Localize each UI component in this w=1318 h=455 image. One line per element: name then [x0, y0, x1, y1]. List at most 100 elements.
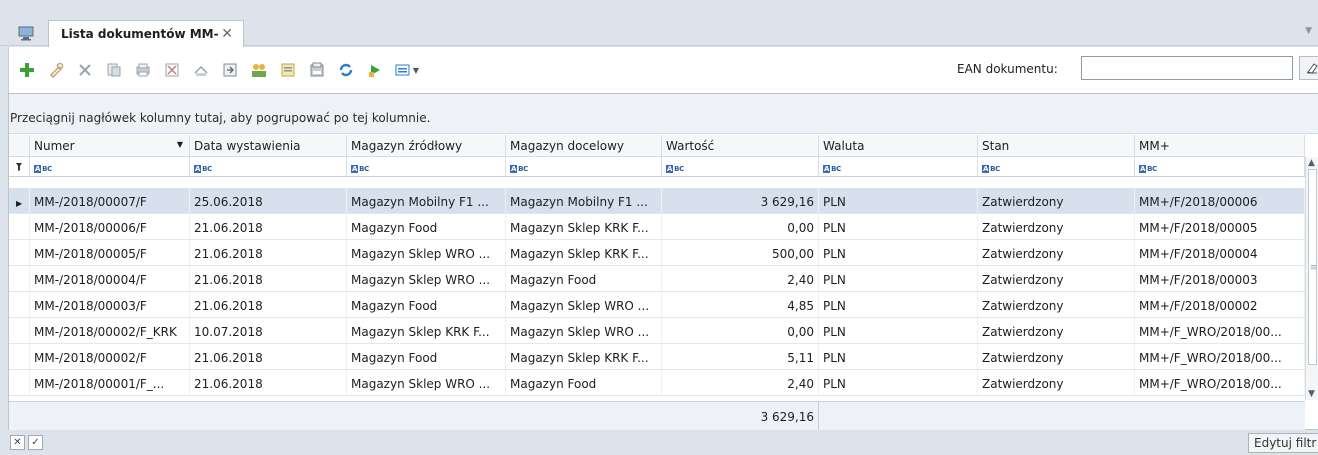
- column-header-wartosc[interactable]: Wartość: [662, 135, 819, 156]
- cell-magazyn-zrodlowy[interactable]: Magazyn Food: [347, 344, 506, 369]
- column-header-magazyn-docelowy[interactable]: Magazyn docelowy: [506, 135, 662, 156]
- cell-waluta[interactable]: PLN: [819, 266, 978, 291]
- cell-stan[interactable]: Zatwierdzony: [978, 188, 1135, 213]
- cell-waluta[interactable]: PLN: [819, 188, 978, 213]
- row-indicator[interactable]: [9, 344, 30, 369]
- users-icon[interactable]: [247, 59, 271, 81]
- view-icon[interactable]: ▼: [392, 59, 422, 81]
- cell-stan[interactable]: Zatwierdzony: [978, 318, 1135, 343]
- cell-magazyn-zrodlowy[interactable]: Magazyn Sklep WRO ...: [347, 370, 506, 395]
- refresh-icon[interactable]: [334, 59, 358, 81]
- cell-wartosc[interactable]: 2,40: [662, 266, 819, 291]
- cell-data[interactable]: 25.06.2018: [190, 188, 347, 213]
- document-icon[interactable]: [189, 59, 213, 81]
- cell-magazyn-docelowy[interactable]: Magazyn Sklep KRK F...: [506, 344, 662, 369]
- filter-cell-stan[interactable]: A BC: [978, 157, 1135, 176]
- cell-magazyn-zrodlowy[interactable]: Magazyn Mobilny F1 ...: [347, 188, 506, 213]
- cell-mm-plus[interactable]: MM+/F/2018/00006: [1135, 188, 1305, 213]
- cell-waluta[interactable]: PLN: [819, 292, 978, 317]
- group-panel[interactable]: Przeciągnij nagłówek kolumny tutaj, aby …: [9, 94, 1318, 134]
- cell-numer[interactable]: MM-/2018/00002/F: [30, 344, 190, 369]
- cell-magazyn-docelowy[interactable]: Magazyn Sklep WRO ...: [506, 292, 662, 317]
- cell-wartosc[interactable]: 4,85: [662, 292, 819, 317]
- cell-magazyn-docelowy[interactable]: Magazyn Sklep KRK F...: [506, 240, 662, 265]
- filter-cell-wartosc[interactable]: A BC: [662, 157, 819, 176]
- cell-wartosc[interactable]: 0,00: [662, 318, 819, 343]
- cell-numer[interactable]: MM-/2018/00004/F: [30, 266, 190, 291]
- cell-stan[interactable]: Zatwierdzony: [978, 344, 1135, 369]
- scroll-up-icon[interactable]: ▲: [1308, 158, 1315, 168]
- table-row[interactable]: MM-/2018/00004/F 21.06.2018 Magazyn Sklep …: [9, 266, 1305, 292]
- cell-magazyn-docelowy[interactable]: Magazyn Mobilny F1 ...: [506, 188, 662, 213]
- cell-numer[interactable]: MM-/2018/00005/F: [30, 240, 190, 265]
- cell-mm-plus[interactable]: MM+/F/2018/00004: [1135, 240, 1305, 265]
- cell-waluta[interactable]: PLN: [819, 344, 978, 369]
- cell-wartosc[interactable]: 5,11: [662, 344, 819, 369]
- cell-magazyn-docelowy[interactable]: Magazyn Food: [506, 370, 662, 395]
- column-header-stan[interactable]: Stan: [978, 135, 1135, 156]
- cell-wartosc[interactable]: 2,40: [662, 370, 819, 395]
- run-icon[interactable]: [363, 59, 387, 81]
- table-row[interactable]: MM-/2018/00002/F_KRK 10.07.2018 Magazyn Sk…: [9, 318, 1305, 344]
- tab-lista-dokumentow[interactable]: Lista dokumentów MM- ✕: [48, 20, 244, 47]
- column-header-numer[interactable]: Numer ▼: [30, 135, 190, 156]
- cell-magazyn-zrodlowy[interactable]: Magazyn Sklep KRK F...: [347, 318, 506, 343]
- tab-menu-chevron-icon[interactable]: ▼: [1305, 26, 1312, 36]
- chevron-down-icon[interactable]: ▼: [413, 66, 419, 75]
- cell-mm-plus[interactable]: MM+/F_WRO/2018/00...: [1135, 344, 1305, 369]
- edit-icon[interactable]: [44, 59, 68, 81]
- cell-waluta[interactable]: PLN: [819, 370, 978, 395]
- print-icon[interactable]: [131, 59, 155, 81]
- filter-cell-data[interactable]: A BC: [190, 157, 347, 176]
- cell-data[interactable]: 21.06.2018: [190, 370, 347, 395]
- cell-magazyn-zrodlowy[interactable]: Magazyn Sklep WRO ...: [347, 266, 506, 291]
- workspace-icon[interactable]: [14, 22, 38, 44]
- cell-stan[interactable]: Zatwierdzony: [978, 214, 1135, 239]
- cell-waluta[interactable]: PLN: [819, 214, 978, 239]
- cell-mm-plus[interactable]: MM+/F/2018/00002: [1135, 292, 1305, 317]
- filter-cell-numer[interactable]: A BC: [30, 157, 190, 176]
- table-row[interactable]: MM-/2018/00002/F 21.06.2018 Magazyn Food Ma…: [9, 344, 1305, 370]
- table-row[interactable]: MM-/2018/00006/F 21.06.2018 Magazyn Food Ma…: [9, 214, 1305, 240]
- copy-icon[interactable]: [102, 59, 126, 81]
- cell-wartosc[interactable]: 3 629,16: [662, 188, 819, 213]
- cell-magazyn-docelowy[interactable]: Magazyn Food: [506, 266, 662, 291]
- edit-filter-button[interactable]: Edytuj filtr: [1248, 433, 1318, 453]
- cell-numer[interactable]: MM-/2018/00003/F: [30, 292, 190, 317]
- cell-data[interactable]: 21.06.2018: [190, 292, 347, 317]
- column-header-waluta[interactable]: Waluta: [819, 135, 978, 156]
- cell-mm-plus[interactable]: MM+/F_WRO/2018/00...: [1135, 318, 1305, 343]
- report-icon[interactable]: [276, 59, 300, 81]
- cancel-icon[interactable]: [160, 59, 184, 81]
- column-header-mm-plus[interactable]: MM+: [1135, 135, 1305, 156]
- ean-input[interactable]: [1081, 56, 1293, 80]
- cell-waluta[interactable]: PLN: [819, 240, 978, 265]
- cell-wartosc[interactable]: 500,00: [662, 240, 819, 265]
- cell-magazyn-zrodlowy[interactable]: Magazyn Sklep WRO ...: [347, 240, 506, 265]
- cell-data[interactable]: 21.06.2018: [190, 344, 347, 369]
- cell-stan[interactable]: Zatwierdzony: [978, 240, 1135, 265]
- cell-data[interactable]: 21.06.2018: [190, 240, 347, 265]
- cell-magazyn-docelowy[interactable]: Magazyn Sklep WRO ...: [506, 318, 662, 343]
- cell-mm-plus[interactable]: MM+/F_WRO/2018/00...: [1135, 370, 1305, 395]
- cell-numer[interactable]: MM-/2018/00007/F: [30, 188, 190, 213]
- cell-wartosc[interactable]: 0,00: [662, 214, 819, 239]
- cell-mm-plus[interactable]: MM+/F/2018/00003: [1135, 266, 1305, 291]
- row-indicator[interactable]: ▶: [9, 188, 30, 213]
- row-indicator[interactable]: [9, 370, 30, 395]
- vertical-scrollbar[interactable]: ▲ ≡ ▼: [1305, 157, 1318, 400]
- scroll-thumb[interactable]: ≡: [1308, 169, 1317, 365]
- filter-cell-mm-plus[interactable]: A BC: [1135, 157, 1305, 176]
- export-icon[interactable]: [218, 59, 242, 81]
- cell-numer[interactable]: MM-/2018/00006/F: [30, 214, 190, 239]
- row-indicator[interactable]: [9, 318, 30, 343]
- table-row[interactable]: MM-/2018/00003/F 21.06.2018 Magazyn Food Ma…: [9, 292, 1305, 318]
- column-header-data-wystawienia[interactable]: Data wystawienia: [190, 135, 347, 156]
- filter-cell-magazyn-zrodlowy[interactable]: A BC: [347, 157, 506, 176]
- row-indicator[interactable]: [9, 292, 30, 317]
- cell-mm-plus[interactable]: MM+/F/2018/00005: [1135, 214, 1305, 239]
- cell-magazyn-docelowy[interactable]: Magazyn Sklep KRK F...: [506, 214, 662, 239]
- column-header-magazyn-zrodlowy[interactable]: Magazyn źródłowy: [347, 135, 506, 156]
- cell-stan[interactable]: Zatwierdzony: [978, 292, 1135, 317]
- filter-cell-magazyn-docelowy[interactable]: A BC: [506, 157, 662, 176]
